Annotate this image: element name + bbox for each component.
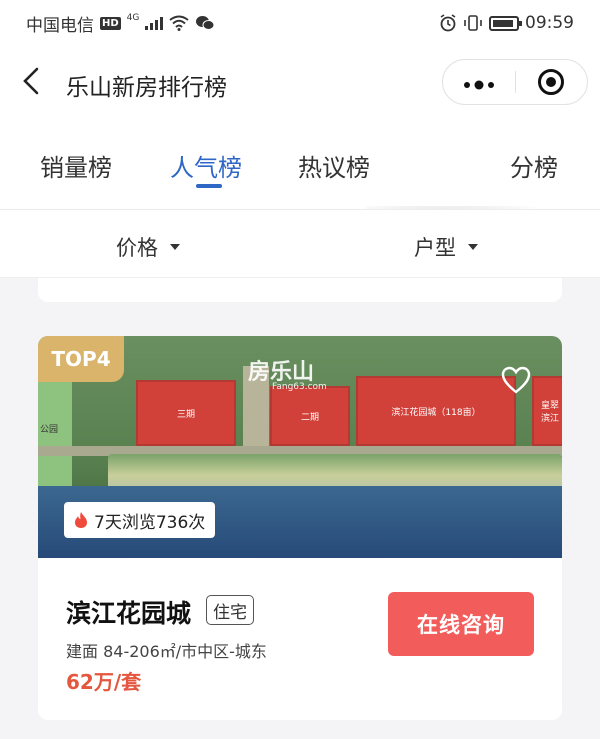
property-photo[interactable]: 公园 三期 二期 滨江花园城（118亩） 皇翠 滨江 房乐山 Fang63.co… xyxy=(38,336,562,558)
close-mini-program-button[interactable] xyxy=(516,69,587,95)
alarm-icon xyxy=(440,14,456,32)
plot-main: 滨江花园城（118亩） xyxy=(356,376,516,446)
target-circle-icon xyxy=(538,69,565,95)
hd-badge: HD xyxy=(100,16,121,30)
page-title: 乐山新房排行榜 xyxy=(66,75,227,101)
listing-card[interactable]: 公园 三期 二期 滨江花园城（118亩） 皇翠 滨江 房乐山 Fang63.co… xyxy=(38,336,562,720)
views-badge: 7天浏览736次 xyxy=(64,502,216,538)
status-right: 09:59 xyxy=(439,13,574,33)
layout-filter[interactable]: 户型 xyxy=(414,232,478,262)
tab-discussion[interactable]: 热议榜 xyxy=(298,148,370,183)
wifi-icon xyxy=(169,15,189,31)
tab-popularity[interactable]: 人气榜 xyxy=(170,148,242,183)
views-text: 7天浏览736次 xyxy=(94,512,206,533)
plot-side-label-1: 皇翠 xyxy=(540,401,559,411)
tab-sales[interactable]: 销量榜 xyxy=(40,148,112,183)
listing-info: 滨江花园城 住宅 建面 84-206㎡/市中区-城东 62万/套 在线咨询 xyxy=(38,558,562,720)
plot-side: 皇翠 滨江 xyxy=(532,376,562,446)
more-dots-icon xyxy=(464,80,494,90)
filter-bar: 价格 户型 xyxy=(0,210,600,278)
favorite-heart-icon[interactable] xyxy=(500,364,532,396)
property-name: 滨江花园城 xyxy=(66,599,192,628)
network-type: 4G xyxy=(126,13,140,23)
caret-down-icon xyxy=(468,244,478,250)
park-label: 公园 xyxy=(40,425,59,435)
consult-online-button[interactable]: 在线咨询 xyxy=(388,592,534,656)
photo-watermark: 房乐山 Fang63.com xyxy=(248,354,327,392)
more-button[interactable] xyxy=(443,72,515,92)
ranking-tabs: 销量榜 人气榜 热议榜 分榜 xyxy=(0,120,600,326)
tab-score[interactable]: 分榜 xyxy=(510,148,558,183)
active-tab-indicator xyxy=(196,184,222,188)
signal-icon xyxy=(145,16,164,30)
caret-down-icon xyxy=(170,244,180,250)
wechat-icon xyxy=(196,16,215,30)
plot-phase3: 三期 xyxy=(136,380,236,446)
chevron-left-icon xyxy=(23,67,39,95)
clock-time: 09:59 xyxy=(525,13,574,33)
listing-list: 公园 三期 二期 滨江花园城（118亩） 皇翠 滨江 房乐山 Fang63.co… xyxy=(0,278,600,739)
price-filter[interactable]: 价格 xyxy=(116,232,180,262)
watermark-url: Fang63.com xyxy=(272,382,327,392)
plot-side-label-2: 滨江 xyxy=(540,414,559,424)
property-price: 62万/套 xyxy=(66,670,142,694)
battery-icon xyxy=(489,15,522,31)
price-filter-label: 价格 xyxy=(116,236,158,260)
property-meta: 建面 84-206㎡/市中区-城东 xyxy=(66,642,267,661)
status-bar: 中国电信 HD 4G 09:59 xyxy=(0,0,600,46)
plot-phase2: 二期 xyxy=(270,386,350,446)
rank-badge: TOP4 xyxy=(38,336,124,382)
nav-header: 乐山新房排行榜 xyxy=(0,46,600,120)
back-button[interactable] xyxy=(22,66,40,103)
previous-listing-card[interactable] xyxy=(38,278,562,302)
status-left: 中国电信 HD 4G xyxy=(26,11,215,36)
layout-filter-label: 户型 xyxy=(414,236,456,260)
flame-icon xyxy=(75,512,87,528)
carrier-label: 中国电信 xyxy=(26,15,94,36)
vibrate-icon xyxy=(464,15,482,31)
property-type-tag: 住宅 xyxy=(206,595,254,625)
riverside-park xyxy=(108,454,562,490)
mini-program-capsule xyxy=(442,59,588,105)
